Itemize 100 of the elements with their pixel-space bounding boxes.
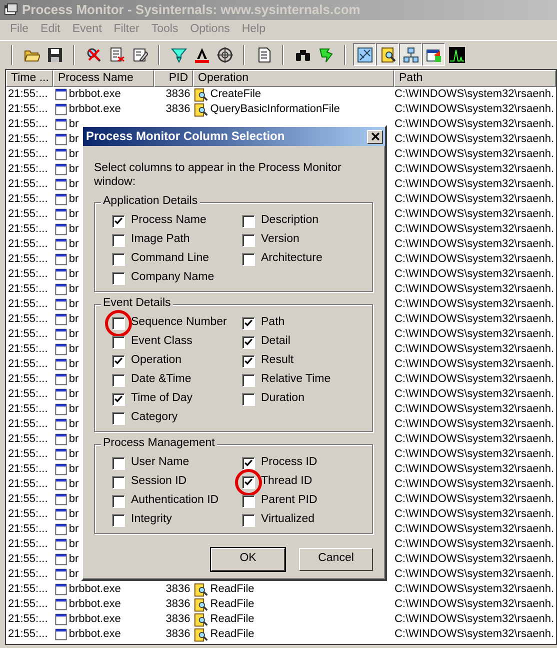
checkbox[interactable] bbox=[112, 214, 125, 228]
table-cell: C:\WINDOWS\system32\rsaenh. bbox=[394, 192, 554, 206]
checkbox[interactable] bbox=[242, 354, 255, 368]
checkbox-label[interactable]: Path bbox=[261, 316, 285, 330]
table-cell: ReadFile bbox=[210, 628, 254, 642]
checkbox-label[interactable]: Integrity bbox=[131, 513, 172, 527]
checkbox-label[interactable]: Relative Time bbox=[261, 373, 331, 387]
table-cell: C:\WINDOWS\system32\rsaenh. bbox=[394, 342, 554, 356]
checkbox-label[interactable]: Operation bbox=[131, 354, 182, 368]
checkbox-label[interactable]: Duration bbox=[261, 392, 304, 406]
checkbox[interactable] bbox=[242, 494, 255, 508]
checkbox[interactable] bbox=[112, 494, 125, 508]
check-icon bbox=[114, 356, 123, 366]
checkbox[interactable] bbox=[112, 272, 125, 285]
process-icon bbox=[54, 148, 67, 161]
checkbox[interactable] bbox=[242, 374, 255, 387]
table-cell: C:\WINDOWS\system32\rsaenh. bbox=[394, 612, 554, 626]
table-cell: 21:55:... bbox=[8, 462, 48, 476]
table-cell: 21:55:... bbox=[8, 538, 48, 552]
checkbox-label[interactable]: Sequence Number bbox=[131, 316, 227, 330]
network-icon bbox=[402, 46, 418, 62]
checkbox-label[interactable]: Event Class bbox=[131, 335, 192, 349]
checkbox-label[interactable]: Version bbox=[261, 233, 300, 247]
table-cell: 21:55:... bbox=[8, 552, 48, 566]
toolbar-button[interactable] bbox=[422, 43, 445, 66]
checkbox-label[interactable]: Session ID bbox=[131, 475, 187, 489]
checkbox-label[interactable]: Date &Time bbox=[131, 373, 192, 387]
checkbox[interactable] bbox=[112, 234, 125, 247]
process-icon bbox=[54, 178, 67, 191]
checkbox-label[interactable]: User Name bbox=[131, 456, 190, 470]
checkbox-label[interactable]: Command Line bbox=[131, 252, 209, 266]
checkbox-label[interactable]: Parent PID bbox=[261, 494, 318, 508]
checkbox[interactable] bbox=[242, 252, 255, 266]
checkbox[interactable] bbox=[112, 336, 125, 349]
table-cell: 3836 bbox=[166, 582, 190, 596]
checkbox[interactable] bbox=[112, 456, 125, 470]
checkbox-label[interactable]: Process ID bbox=[261, 456, 318, 470]
process-icon bbox=[54, 403, 67, 416]
check-icon bbox=[114, 394, 123, 404]
checkbox[interactable] bbox=[242, 214, 255, 228]
checkbox[interactable] bbox=[242, 514, 255, 527]
checkbox[interactable] bbox=[242, 456, 255, 470]
dialog-button[interactable]: Cancel bbox=[299, 548, 373, 571]
table-cell: br bbox=[68, 192, 79, 206]
toolbar-button[interactable] bbox=[376, 43, 399, 66]
checkbox-label[interactable]: Description bbox=[261, 214, 319, 228]
table-cell: br bbox=[68, 298, 79, 312]
process-icon bbox=[54, 103, 67, 116]
checkbox-label[interactable]: Category bbox=[131, 411, 178, 425]
checkbox-label[interactable]: Time of Day bbox=[131, 392, 193, 406]
column-header[interactable]: PID bbox=[154, 70, 193, 87]
checkbox[interactable] bbox=[242, 336, 255, 349]
table-cell: 21:55:... bbox=[8, 328, 48, 342]
file-system-icon bbox=[194, 628, 208, 642]
checkbox[interactable] bbox=[242, 234, 255, 247]
table-cell: C:\WINDOWS\system32\rsaenh. bbox=[394, 598, 554, 612]
checkbox[interactable] bbox=[112, 392, 125, 406]
column-header[interactable]: Path bbox=[394, 70, 556, 87]
column-header[interactable]: Operation bbox=[193, 70, 394, 87]
table-cell: C:\WINDOWS\system32\rsaenh. bbox=[394, 298, 554, 312]
table-cell: ReadFile bbox=[210, 598, 254, 612]
table-cell: 21:55:... bbox=[8, 598, 48, 612]
checkbox-label[interactable]: Virtualized bbox=[261, 513, 314, 527]
table-cell: C:\WINDOWS\system32\rsaenh. bbox=[394, 538, 554, 552]
table-cell: 21:55:... bbox=[8, 568, 48, 582]
checkbox[interactable] bbox=[112, 412, 125, 425]
checkbox-label[interactable]: Detail bbox=[261, 335, 290, 349]
process-icon bbox=[54, 208, 67, 221]
table-cell: brbbot.exe bbox=[68, 612, 121, 626]
toolbar-button[interactable] bbox=[399, 43, 422, 66]
checkbox-label[interactable]: Company Name bbox=[131, 271, 214, 285]
checkbox-label[interactable]: Architecture bbox=[261, 252, 322, 266]
column-header[interactable]: Time ... bbox=[6, 70, 53, 87]
checkbox-label[interactable]: Image Path bbox=[131, 233, 190, 247]
checkbox[interactable] bbox=[112, 354, 125, 368]
checkbox-label[interactable]: Result bbox=[261, 354, 294, 368]
checkbox[interactable] bbox=[112, 252, 125, 266]
highlight-icon bbox=[194, 46, 210, 62]
table-cell: 21:55:... bbox=[8, 402, 48, 416]
table-cell: br bbox=[68, 448, 79, 462]
table-cell: br bbox=[68, 312, 79, 326]
checkbox[interactable] bbox=[242, 316, 255, 330]
table-cell: C:\WINDOWS\system32\rsaenh. bbox=[394, 102, 554, 116]
table-cell: 21:55:... bbox=[8, 118, 48, 132]
toolbar-button[interactable] bbox=[353, 43, 376, 66]
checkbox[interactable] bbox=[112, 476, 125, 489]
column-header[interactable]: Process Name bbox=[53, 70, 154, 87]
checkbox[interactable] bbox=[112, 316, 125, 330]
graph-icon bbox=[448, 46, 464, 62]
table-cell: br bbox=[68, 178, 79, 192]
checkbox[interactable] bbox=[112, 374, 125, 387]
checkbox[interactable] bbox=[242, 476, 255, 489]
dialog-button[interactable]: OK bbox=[211, 548, 285, 571]
process-icon bbox=[54, 388, 67, 401]
checkbox[interactable] bbox=[242, 392, 255, 406]
checkbox-label[interactable]: Process Name bbox=[131, 214, 206, 228]
checkbox[interactable] bbox=[112, 514, 125, 527]
table-cell: br bbox=[68, 328, 79, 342]
checkbox-label[interactable]: Authentication ID bbox=[131, 494, 219, 508]
close-button[interactable] bbox=[367, 130, 383, 144]
